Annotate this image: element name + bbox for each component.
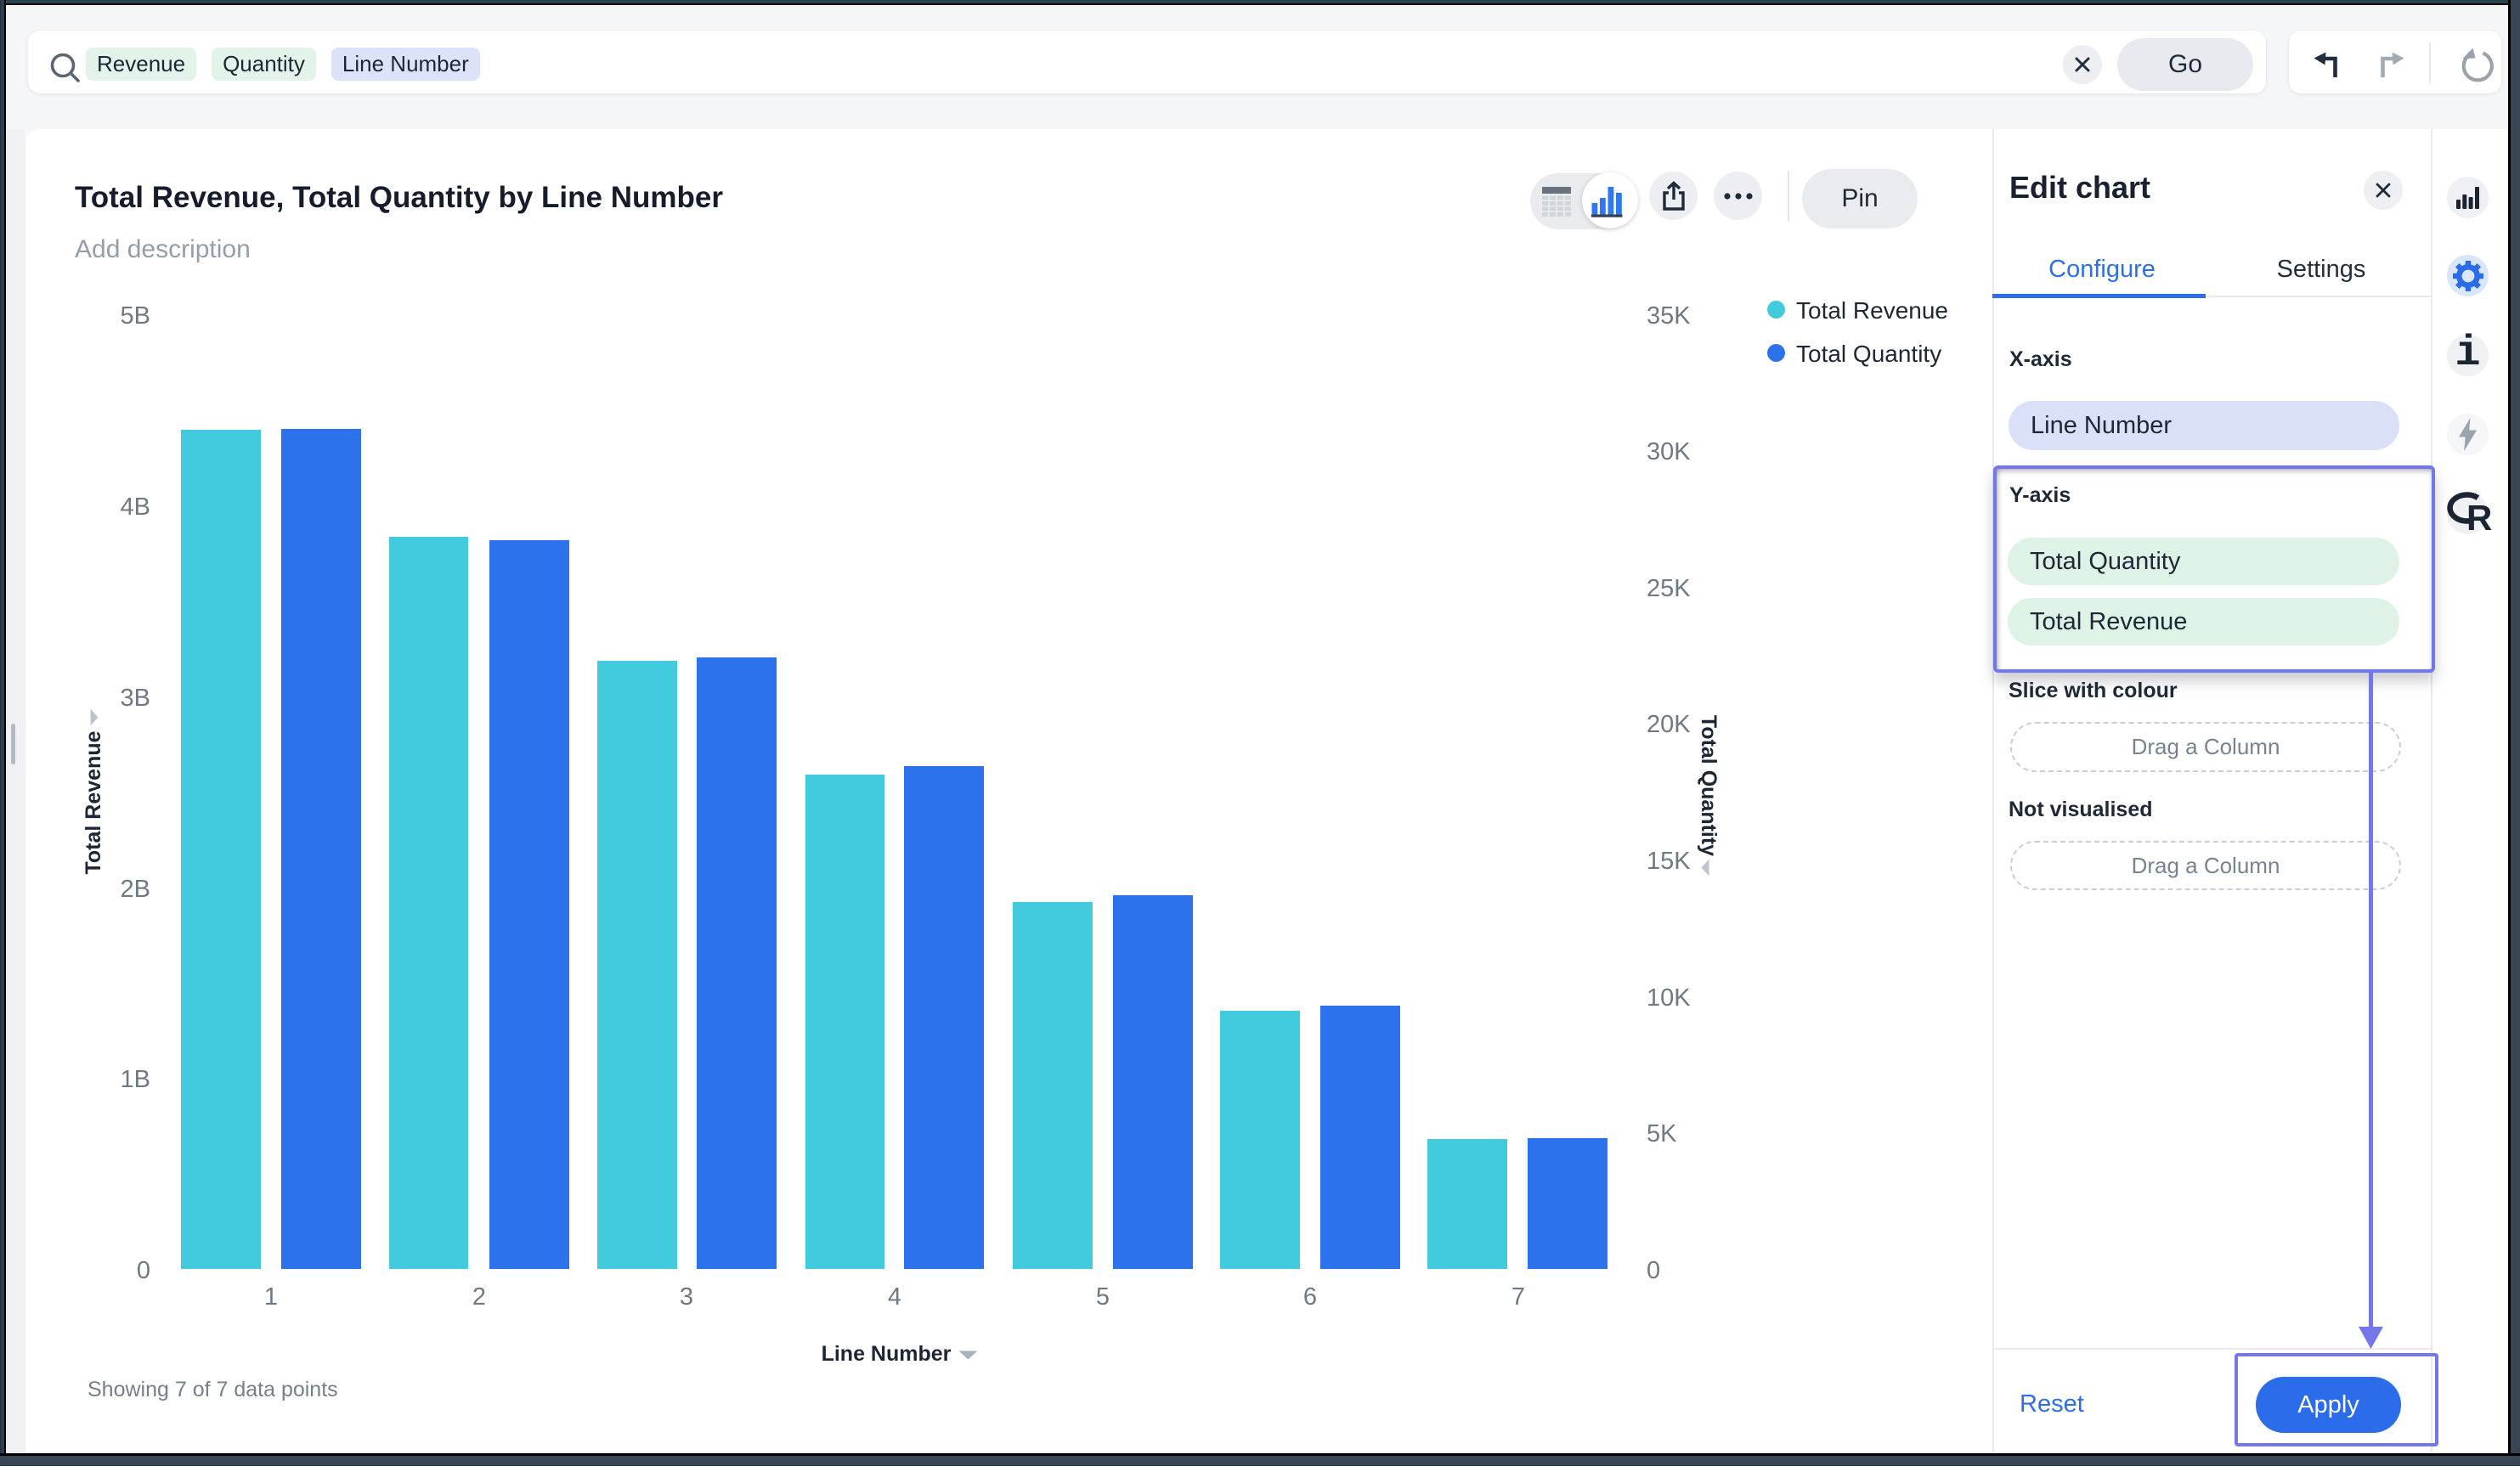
svg-text:R: R <box>2466 498 2492 538</box>
